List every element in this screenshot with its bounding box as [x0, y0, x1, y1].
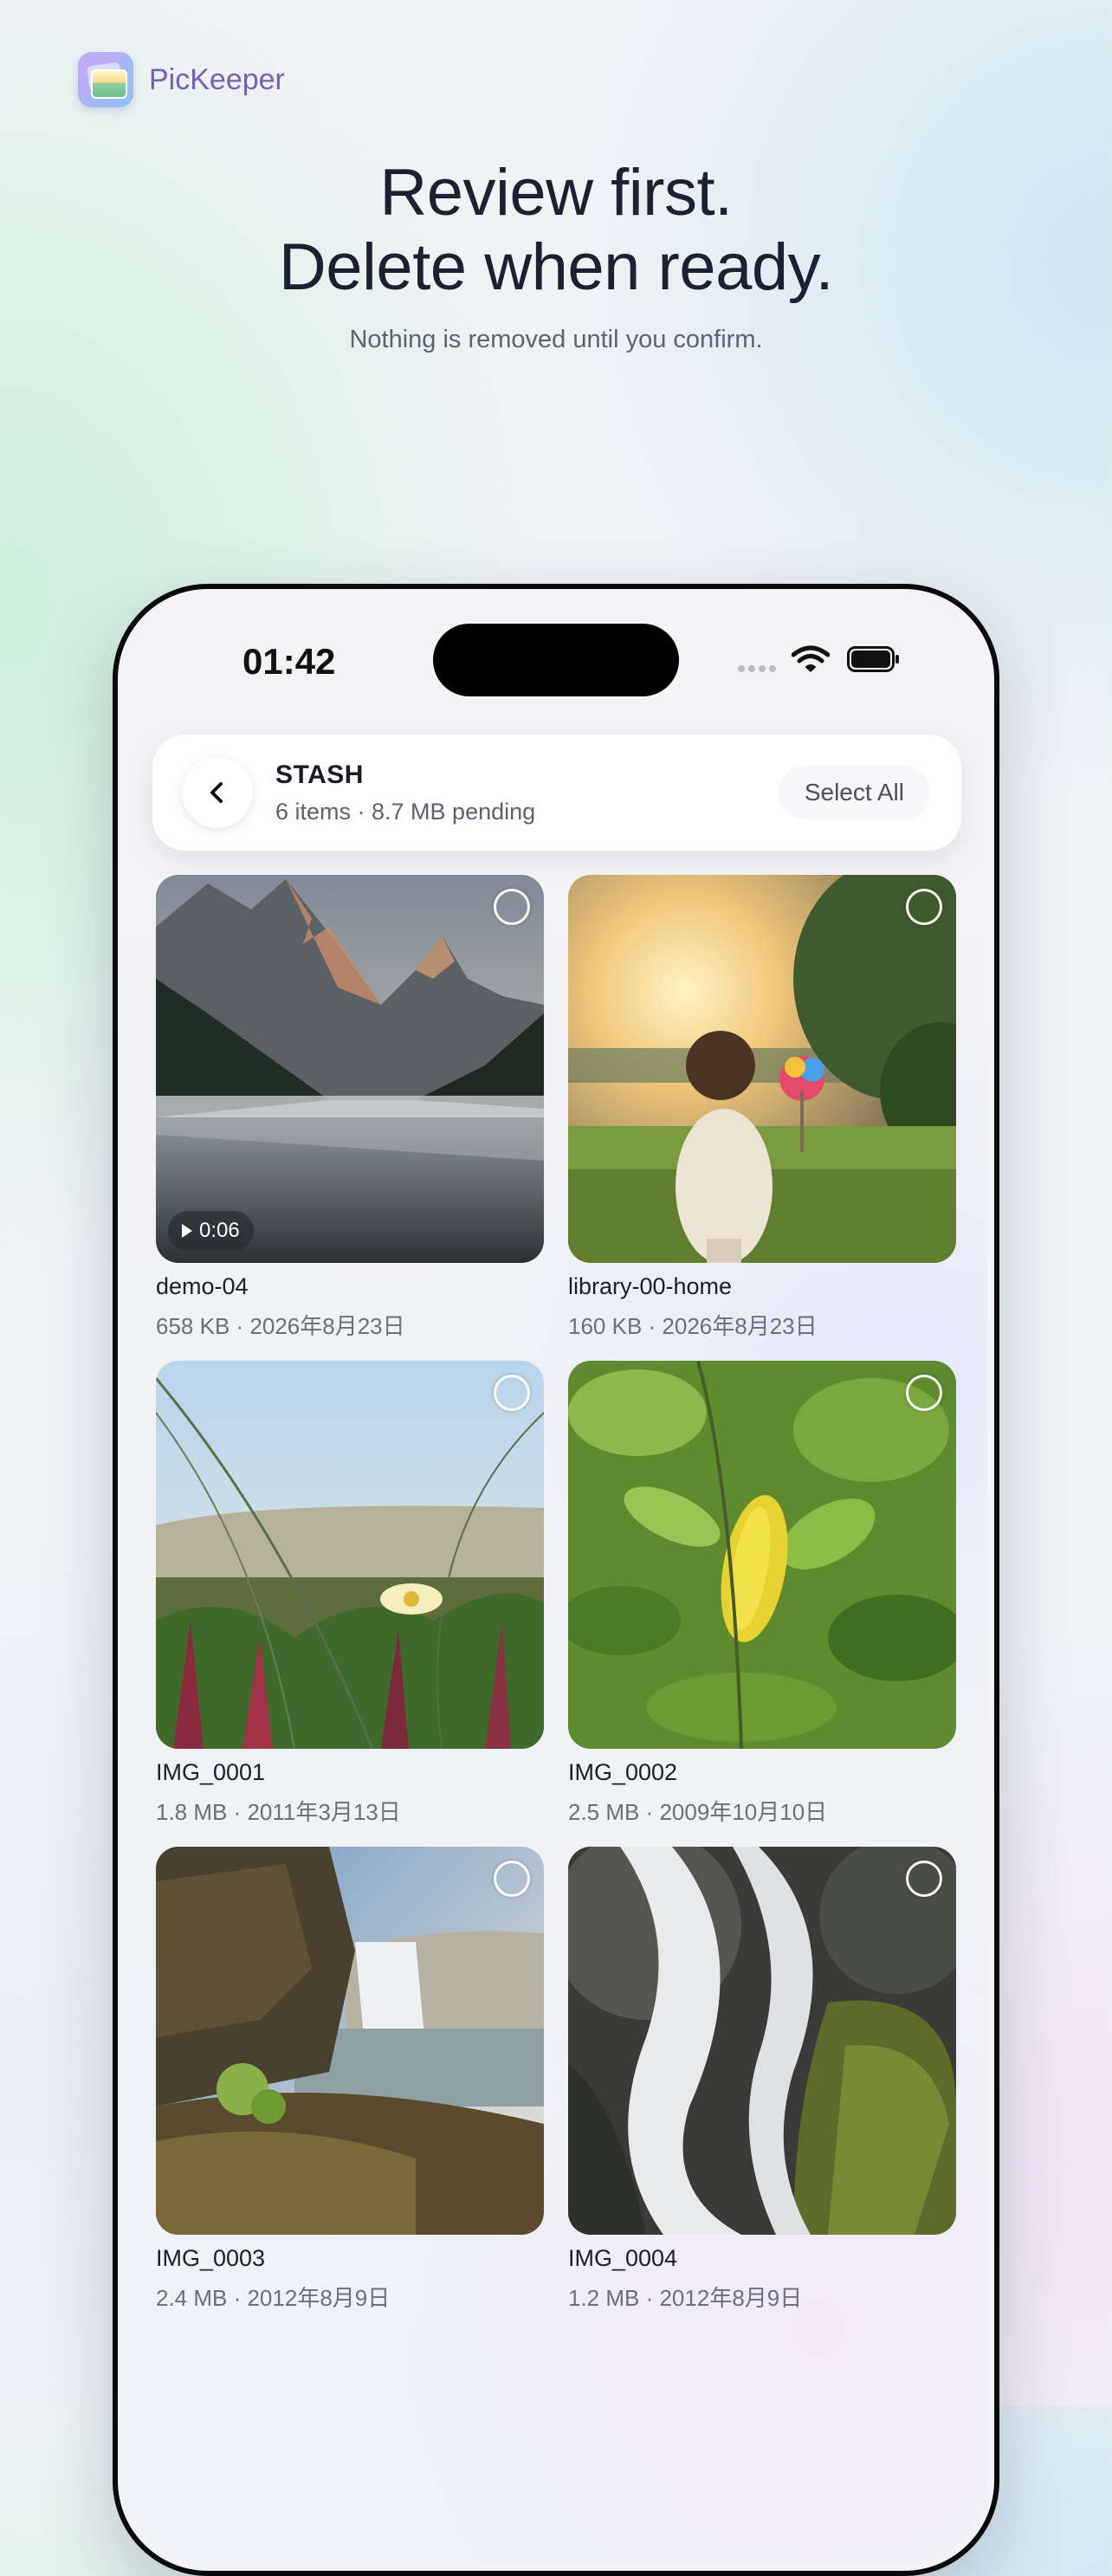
item-meta: 2.5 MB · 2009年10月10日: [568, 1799, 828, 1825]
item-meta: 2.4 MB · 2012年8月9日: [156, 2285, 391, 2311]
item-name: IMG_0004: [568, 2245, 678, 2271]
item-name: demo-04: [156, 1273, 249, 1299]
select-circle[interactable]: [494, 889, 530, 925]
select-all-button[interactable]: Select All: [778, 766, 930, 819]
item-meta: 1.8 MB · 2011年3月13日: [156, 1799, 401, 1825]
signal-dots-icon: [738, 665, 776, 672]
select-circle[interactable]: [494, 1861, 530, 1897]
grid-item[interactable]: IMG_0004 1.2 MB · 2012年8月9日: [568, 1847, 956, 2313]
brand: PicKeeper: [78, 52, 285, 107]
grid-item[interactable]: IMG_0001 1.8 MB · 2011年3月13日: [156, 1361, 544, 1827]
select-circle[interactable]: [494, 1375, 530, 1411]
item-meta: 658 KB · 2026年8月23日: [156, 1313, 405, 1339]
video-duration-badge: 0:06: [168, 1211, 254, 1251]
item-meta: 1.2 MB · 2012年8月9日: [568, 2285, 803, 2311]
item-name: IMG_0001: [156, 1759, 266, 1785]
item-name: library-00-home: [568, 1273, 733, 1299]
video-duration: 0:06: [199, 1219, 240, 1242]
phone-screen: 01:42 STASH 6 items · 8.7 MB pending Sel…: [125, 596, 987, 2564]
hero-title-line1: Review first.: [379, 156, 733, 230]
thumbnail[interactable]: [568, 1847, 956, 2235]
brand-name: PicKeeper: [149, 62, 285, 96]
stash-title: STASH: [275, 761, 364, 789]
thumbnail[interactable]: 0:06: [156, 875, 544, 1263]
stash-summary: 6 items · 8.7 MB pending: [275, 799, 536, 825]
grid-item[interactable]: 0:06 demo-04 658 KB · 2026年8月23日: [156, 875, 544, 1341]
play-icon: [182, 1224, 192, 1238]
select-circle[interactable]: [906, 1861, 942, 1897]
item-meta: 160 KB · 2026年8月23日: [568, 1313, 818, 1339]
item-name: IMG_0003: [156, 2245, 266, 2271]
wifi-icon: [792, 645, 830, 672]
thumbnail[interactable]: [568, 1361, 956, 1749]
thumbnail[interactable]: [156, 1361, 544, 1749]
stash-header: STASH 6 items · 8.7 MB pending Select Al…: [152, 735, 961, 851]
select-circle[interactable]: [906, 889, 942, 925]
hero-subtitle: Nothing is removed until you confirm.: [349, 326, 763, 353]
grid-item[interactable]: IMG_0002 2.5 MB · 2009年10月10日: [568, 1361, 956, 1827]
phone-frame: 01:42 STASH 6 items · 8.7 MB pending Sel…: [113, 584, 999, 2576]
item-name: IMG_0002: [568, 1759, 678, 1785]
thumbnail[interactable]: [156, 1847, 544, 2235]
chevron-left-icon: [210, 782, 223, 803]
thumbnail[interactable]: [568, 875, 956, 1263]
battery-icon: [847, 646, 899, 672]
grid-item[interactable]: IMG_0003 2.4 MB · 2012年8月9日: [156, 1847, 544, 2313]
app-icon: [78, 52, 133, 107]
grid-item[interactable]: library-00-home 160 KB · 2026年8月23日: [568, 875, 956, 1341]
back-button[interactable]: [182, 757, 253, 828]
hero-title-line2: Delete when ready.: [278, 230, 834, 304]
select-circle[interactable]: [906, 1375, 942, 1411]
status-time: 01:42: [242, 641, 336, 682]
dynamic-island: [433, 624, 679, 696]
